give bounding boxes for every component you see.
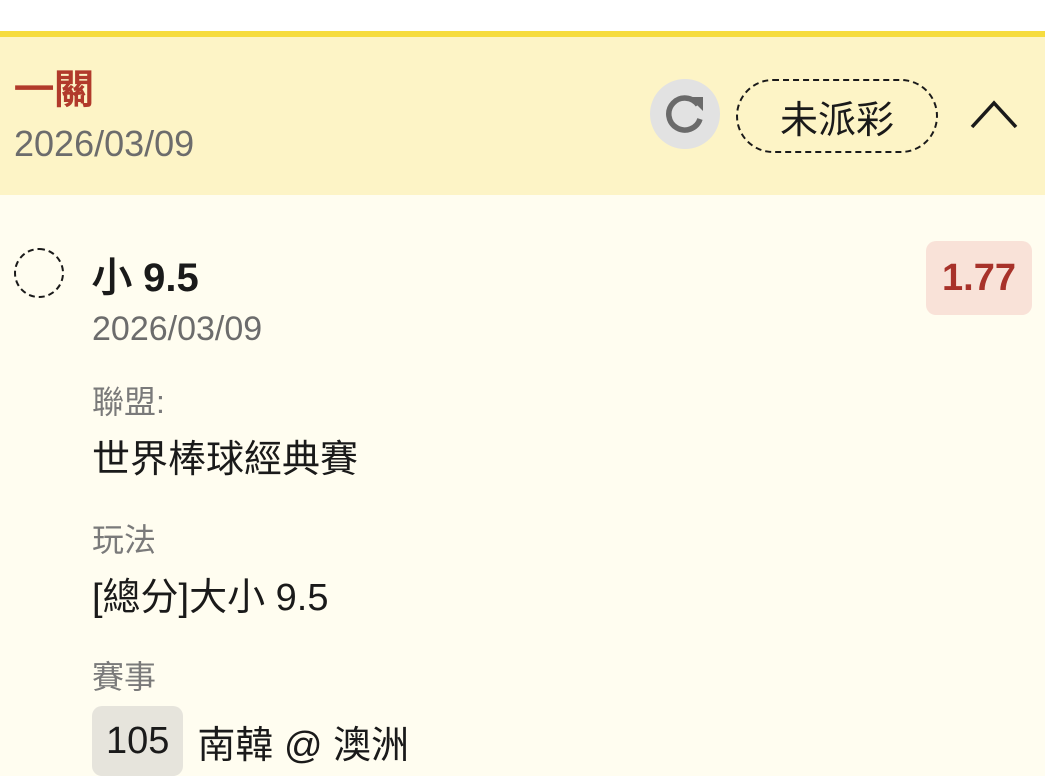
event-row: 105 南韓 @ 澳洲 <box>92 706 409 776</box>
league-label: 聯盟: <box>92 384 165 420</box>
status-badge: 未派彩 <box>736 79 938 153</box>
refresh-icon <box>666 95 703 133</box>
odds-badge: 1.77 <box>926 241 1032 315</box>
play-type-label: 玩法 <box>92 522 157 558</box>
selection-label: 小 9.5 <box>92 256 199 300</box>
bet-date: 2026/03/09 <box>14 123 195 164</box>
top-bar <box>0 0 1045 32</box>
bet-type-title: 一關 <box>14 68 94 112</box>
event-number-badge: 105 <box>92 706 184 776</box>
selection-radio[interactable] <box>14 248 64 298</box>
league-value: 世界棒球經典賽 <box>92 439 359 481</box>
refresh-button[interactable] <box>650 79 720 149</box>
chevron-up-icon[interactable] <box>966 95 1022 135</box>
event-teams: 南韓 @ 澳洲 <box>197 724 410 767</box>
play-type-value: [總分]大小 9.5 <box>92 577 329 619</box>
event-label: 賽事 <box>92 659 157 695</box>
selection-date: 2026/03/09 <box>92 310 263 348</box>
